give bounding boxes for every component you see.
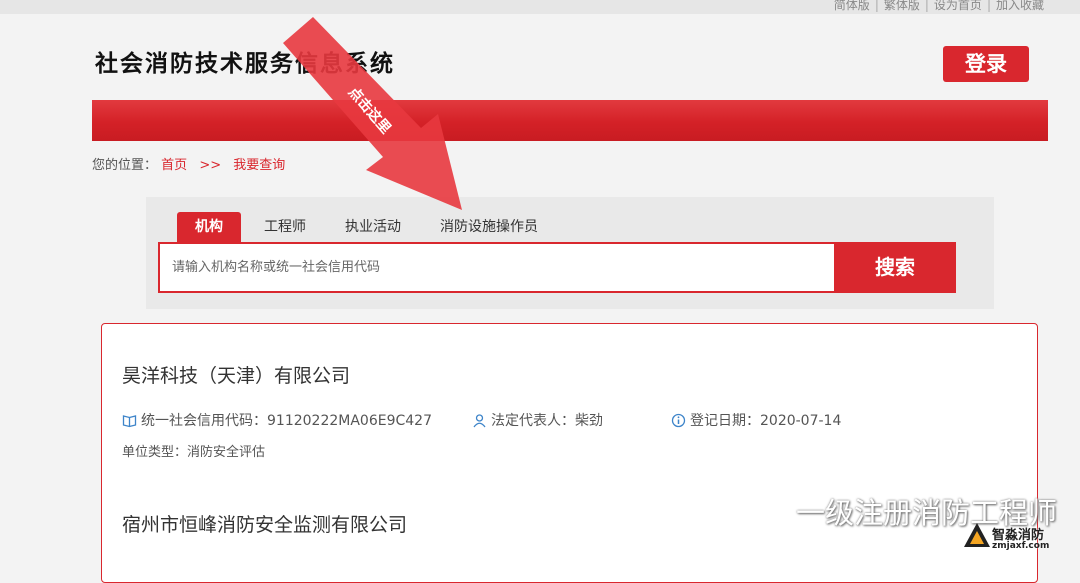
- search-input[interactable]: [160, 244, 824, 291]
- link-add-favorite[interactable]: 加入收藏: [996, 0, 1044, 12]
- top-links: 简体版 | 繁体版 | 设为首页 | 加入收藏: [833, 0, 1044, 12]
- login-button[interactable]: 登录: [943, 46, 1029, 82]
- breadcrumb-separator: >>: [199, 158, 222, 173]
- link-set-homepage[interactable]: 设为首页: [934, 0, 982, 12]
- legal-rep-text: 法定代表人：柴劲: [491, 413, 603, 429]
- result-legal-rep: 法定代表人：柴劲: [472, 410, 603, 432]
- book-icon: [122, 413, 137, 432]
- link-simplified[interactable]: 简体版: [834, 0, 870, 12]
- tab-organization[interactable]: 机构: [177, 212, 241, 242]
- watermark-url: zmjaxf.com: [992, 541, 1050, 551]
- breadcrumb-prefix: 您的位置：: [92, 158, 158, 173]
- result-unit-type: 单位类型：消防安全评估: [122, 445, 266, 460]
- result-credit-code: 统一社会信用代码：91120222MA06E9C427: [122, 410, 432, 432]
- result-reg-date: 登记日期：2020-07-14: [671, 410, 841, 432]
- tab-facility-operator[interactable]: 消防设施操作员: [430, 212, 548, 242]
- search-box: [158, 242, 834, 293]
- search-button[interactable]: 搜索: [834, 242, 956, 293]
- reg-date-text: 登记日期：2020-07-14: [690, 413, 842, 429]
- result-company-name[interactable]: 昊洋科技（天津）有限公司: [122, 361, 350, 388]
- header-banner: [92, 100, 1048, 141]
- result-company-name-2[interactable]: 宿州市恒峰消防安全监测有限公司: [122, 510, 407, 537]
- breadcrumb-current[interactable]: 我要查询: [233, 158, 285, 173]
- person-icon: [472, 413, 487, 432]
- top-bar: 简体版 | 繁体版 | 设为首页 | 加入收藏: [0, 0, 1080, 14]
- tab-practice-activity[interactable]: 执业活动: [334, 212, 412, 242]
- brand-logo-icon: [964, 523, 990, 547]
- info-icon: [671, 413, 686, 432]
- breadcrumb-home-link[interactable]: 首页: [161, 158, 187, 173]
- credit-code-text: 统一社会信用代码：91120222MA06E9C427: [141, 413, 432, 429]
- tab-engineer[interactable]: 工程师: [252, 212, 318, 242]
- breadcrumb: 您的位置： 首页 >> 我要查询: [92, 154, 285, 173]
- wechat-icon: [752, 498, 789, 525]
- results-panel: 昊洋科技（天津）有限公司 统一社会信用代码：91120222MA06E9C427…: [101, 323, 1038, 583]
- link-traditional[interactable]: 繁体版: [884, 0, 920, 12]
